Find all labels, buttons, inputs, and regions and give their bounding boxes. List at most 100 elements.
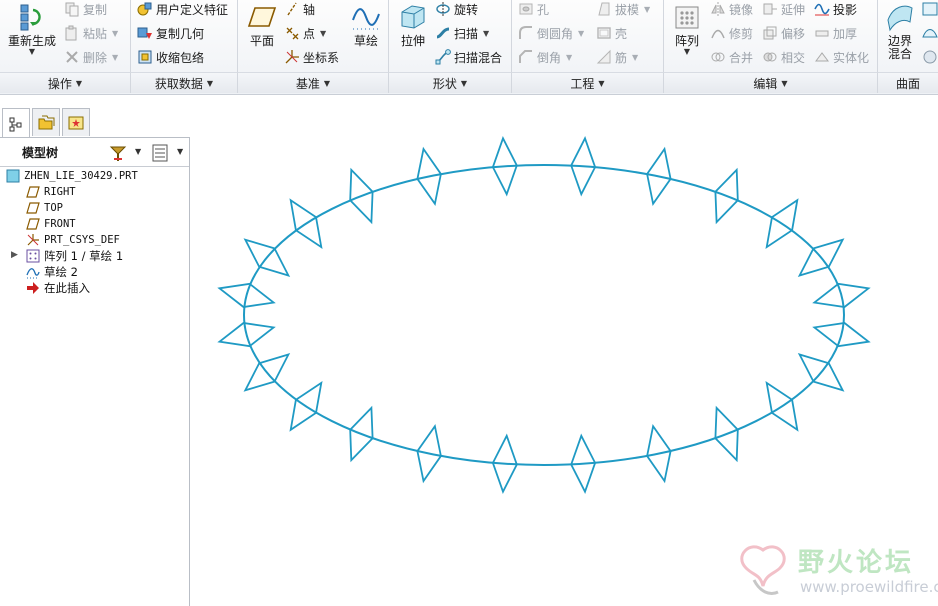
freestyle-button[interactable] bbox=[922, 0, 938, 18]
copy-label: 复制 bbox=[83, 2, 108, 17]
udf-button[interactable]: 用户定义特征 bbox=[137, 0, 228, 18]
sphere-button[interactable] bbox=[922, 48, 938, 66]
group-surfaces-bar[interactable]: 曲面 bbox=[878, 72, 938, 93]
revolve-icon bbox=[436, 2, 450, 16]
group-operations: 重新生成 ▼ 复制 粘贴 ▼ 删除 ▼ bbox=[0, 0, 131, 72]
copy-button[interactable]: 复制 bbox=[64, 0, 107, 18]
chevron-down-icon: ▼ bbox=[75, 78, 83, 88]
axis-button[interactable]: 轴 bbox=[284, 0, 315, 18]
shrinkwrap-button[interactable]: 收缩包络 bbox=[137, 48, 204, 66]
point-label: 点 bbox=[303, 26, 316, 41]
draft-button[interactable]: 拔模 ▼ bbox=[596, 0, 650, 18]
csys-button[interactable]: 坐标系 bbox=[284, 48, 339, 66]
revolve-button[interactable]: 旋转 bbox=[435, 0, 478, 18]
chevron-down-icon[interactable]: ▼ bbox=[320, 29, 326, 38]
boundary-blend-label: 边界 混合 bbox=[887, 34, 912, 61]
shell-button[interactable]: 壳 bbox=[596, 24, 627, 42]
group-datum: 平面 轴 点 ▼ 坐标系 草绘 bbox=[238, 0, 389, 72]
graphics-window[interactable] bbox=[192, 96, 938, 606]
group-editing-bar[interactable]: 编辑 ▼ bbox=[664, 72, 878, 93]
csys-icon bbox=[27, 234, 39, 246]
tree-item-sketch[interactable]: 草绘 2 bbox=[26, 264, 78, 280]
tab-model-tree[interactable] bbox=[2, 108, 30, 139]
sweep-button[interactable]: 扫描 ▼ bbox=[435, 24, 489, 42]
chevron-down-icon[interactable]: ▼ bbox=[112, 29, 118, 38]
round-button[interactable]: 倒圆角 ▼ bbox=[518, 24, 584, 42]
boundary-blend-button[interactable]: 边界 混合 bbox=[882, 2, 918, 61]
pattern-button[interactable]: 阵列 ▼ bbox=[668, 2, 706, 56]
tree-item-top[interactable]: TOP bbox=[26, 200, 63, 216]
expand-arrow-icon[interactable]: ▶ bbox=[11, 250, 18, 260]
tree-item-pattern[interactable]: 阵列 1 / 草绘 1 bbox=[26, 248, 123, 264]
chamfer-button[interactable]: 倒角 ▼ bbox=[518, 48, 572, 66]
extend-button[interactable]: 延伸 bbox=[762, 0, 805, 18]
chevron-down-icon[interactable]: ▼ bbox=[684, 48, 690, 56]
swept-blend-button[interactable]: 扫描混合 bbox=[435, 48, 502, 66]
sketch-ellipse-curve[interactable] bbox=[243, 164, 845, 466]
tree-item-csys[interactable]: PRT_CSYS_DEF bbox=[26, 232, 120, 248]
group-shapes-bar[interactable]: 形状 ▼ bbox=[389, 72, 512, 93]
tab-folder-browser[interactable] bbox=[32, 108, 60, 136]
copy-geometry-label: 复制几何 bbox=[156, 26, 205, 41]
insert-arrow-icon bbox=[27, 282, 39, 294]
project-button[interactable]: 投影 bbox=[814, 0, 857, 18]
group-datum-bar[interactable]: 基准 ▼ bbox=[238, 72, 389, 93]
intersect-button[interactable]: 相交 bbox=[762, 48, 805, 66]
chevron-down-icon[interactable]: ▼ bbox=[632, 53, 638, 62]
draft-icon bbox=[598, 2, 610, 16]
copy-geometry-button[interactable]: 复制几何 bbox=[137, 24, 204, 42]
chevron-down-icon[interactable]: ▼ bbox=[566, 53, 572, 62]
group-engineering: 孔 拔模 ▼ 倒圆角 ▼ 壳 倒角 ▼ 筋 ▼ bbox=[512, 0, 664, 72]
sketch-button[interactable]: 草绘 bbox=[348, 2, 384, 48]
plane-button[interactable]: 平面 bbox=[244, 2, 280, 48]
chevron-down-icon: ▼ bbox=[598, 78, 605, 88]
chevron-down-icon[interactable]: ▼ bbox=[483, 29, 489, 38]
mirror-label: 镜像 bbox=[729, 2, 754, 17]
tree-item-part[interactable]: ZHEN_LIE_30429.PRT bbox=[6, 168, 138, 184]
chevron-down-icon[interactable]: ▼ bbox=[112, 53, 118, 62]
chevron-down-icon[interactable]: ▼ bbox=[644, 5, 650, 14]
rib-button[interactable]: 筋 ▼ bbox=[596, 48, 638, 66]
tab-favorites[interactable] bbox=[62, 108, 90, 136]
model-tree-header: 模型树 ▼ ▼ bbox=[0, 138, 189, 167]
group-operations-bar[interactable]: 操作 ▼ bbox=[0, 72, 131, 93]
style-button[interactable] bbox=[922, 24, 938, 42]
point-button[interactable]: 点 ▼ bbox=[284, 24, 326, 42]
model-viewport[interactable] bbox=[192, 96, 938, 606]
paste-button[interactable]: 粘贴 ▼ bbox=[64, 24, 118, 42]
extrude-button[interactable]: 拉伸 bbox=[395, 2, 431, 48]
paste-label: 粘贴 bbox=[83, 26, 108, 41]
chevron-down-icon[interactable]: ▼ bbox=[177, 147, 183, 156]
chevron-down-icon[interactable]: ▼ bbox=[29, 48, 35, 56]
solidify-button[interactable]: 实体化 bbox=[814, 48, 869, 66]
delete-button[interactable]: 删除 ▼ bbox=[64, 48, 118, 66]
rib-label: 筋 bbox=[615, 50, 628, 65]
group-editing: 阵列 ▼ 镜像 延伸 投影 修剪 偏移 加厚 合并 相交 实体化 bbox=[664, 0, 878, 72]
tree-item-front[interactable]: FRONT bbox=[26, 216, 76, 232]
chevron-down-icon[interactable]: ▼ bbox=[135, 147, 141, 156]
hole-button[interactable]: 孔 bbox=[518, 0, 549, 18]
group-engineering-bar[interactable]: 工程 ▼ bbox=[512, 72, 664, 93]
shrinkwrap-icon bbox=[138, 50, 152, 64]
merge-icon bbox=[711, 52, 725, 62]
offset-button[interactable]: 偏移 bbox=[762, 24, 805, 42]
mirror-button[interactable]: 镜像 bbox=[710, 0, 753, 18]
watermark-title: 野火论坛 bbox=[798, 548, 915, 578]
hole-label: 孔 bbox=[537, 2, 550, 17]
group-get-data-label: 获取数据 bbox=[154, 76, 203, 91]
datum-plane-icon bbox=[26, 218, 40, 230]
merge-button[interactable]: 合并 bbox=[710, 48, 753, 66]
solidify-icon bbox=[815, 52, 829, 62]
chevron-down-icon[interactable]: ▼ bbox=[578, 29, 584, 38]
tree-settings-icon[interactable] bbox=[108, 143, 128, 163]
tree-item-insert-here[interactable]: 在此插入 bbox=[26, 280, 90, 296]
trim-button[interactable]: 修剪 bbox=[710, 24, 753, 42]
regenerate-button[interactable]: 重新生成 ▼ bbox=[6, 2, 58, 56]
thicken-button[interactable]: 加厚 bbox=[814, 24, 857, 42]
group-get-data-bar[interactable]: 获取数据 ▼ bbox=[131, 72, 238, 93]
tree-columns-icon[interactable] bbox=[150, 143, 170, 163]
plane-label: 平面 bbox=[249, 34, 274, 48]
tree-item-right[interactable]: RIGHT bbox=[26, 184, 76, 200]
model-tree-tab-icon bbox=[9, 117, 22, 132]
group-editing-label: 编辑 bbox=[753, 76, 778, 91]
